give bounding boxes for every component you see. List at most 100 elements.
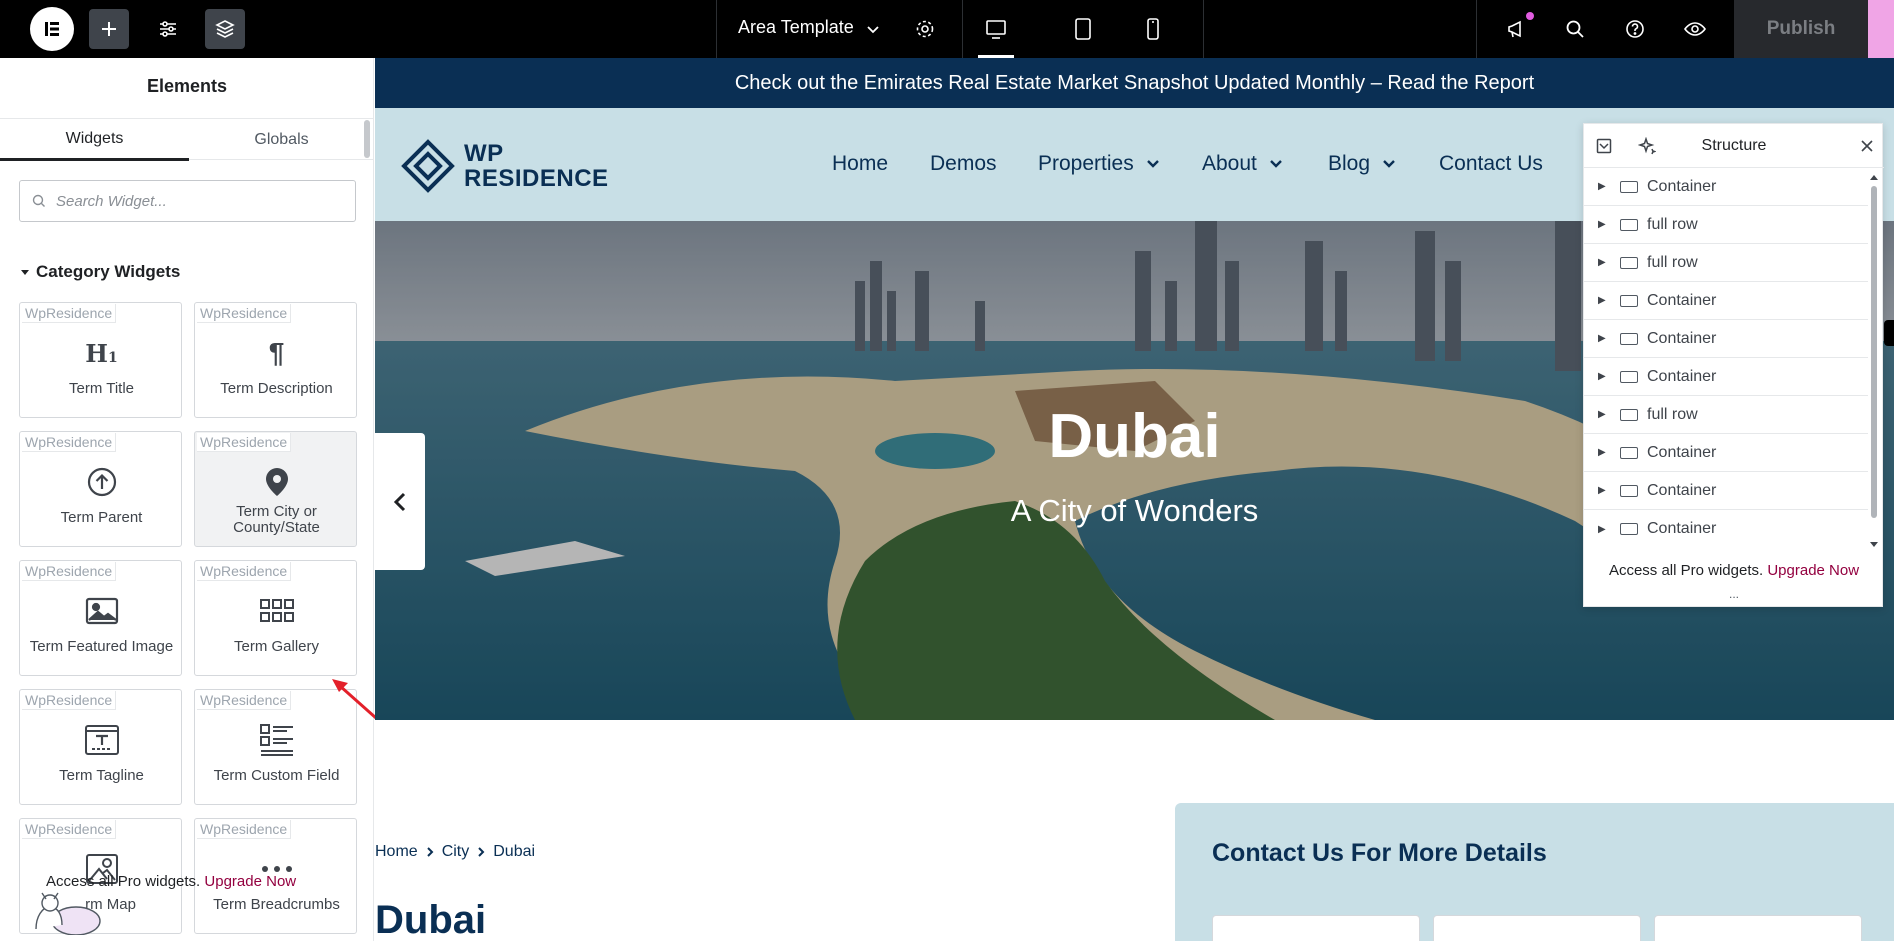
promo-text: Access all Pro widgets. [1608, 562, 1764, 579]
widget-badge: WpResidence [22, 820, 117, 839]
eye-icon [1684, 22, 1706, 36]
add-element-button[interactable] [89, 9, 129, 49]
breadcrumb-city[interactable]: City [442, 843, 470, 861]
structure-row[interactable]: ▶ Container [1584, 472, 1868, 510]
gallery-grid-icon [195, 591, 358, 631]
widget-badge: WpResidence [22, 433, 117, 452]
close-icon[interactable] [1861, 140, 1873, 152]
nav-about[interactable]: About [1202, 152, 1283, 176]
elementor-logo-icon[interactable] [30, 7, 74, 51]
mobile-view-button[interactable] [1133, 9, 1173, 49]
brand-line1: WP [464, 140, 504, 167]
image-icon [20, 591, 183, 631]
paragraph-icon: ¶ [268, 337, 285, 368]
search-widget-input[interactable]: Search Widget... [19, 180, 356, 222]
template-title[interactable]: Area Template [738, 17, 854, 38]
search-icon [32, 194, 45, 207]
structure-row[interactable]: ▶ Container [1584, 434, 1868, 472]
chevron-left-icon [393, 492, 406, 511]
widget-term-parent[interactable]: WpResidence Term Parent [19, 431, 182, 547]
structure-row[interactable]: ▶ full row [1584, 206, 1868, 244]
list-icon [195, 720, 358, 760]
widget-term-featured-image[interactable]: WpResidence Term Featured Image [19, 560, 182, 676]
container-icon [1620, 256, 1638, 269]
structure-row[interactable]: ▶ Container [1584, 282, 1868, 320]
nav-home[interactable]: Home [832, 152, 888, 176]
widget-badge: WpResidence [22, 304, 117, 323]
breadcrumb-home[interactable]: Home [375, 843, 418, 861]
annotation-arrow-icon [332, 679, 377, 720]
container-icon [1620, 408, 1638, 421]
help-button[interactable] [1615, 9, 1655, 49]
site-settings-button[interactable] [148, 9, 188, 49]
structure-row[interactable]: ▶ Container [1584, 168, 1868, 206]
nav-demos[interactable]: Demos [930, 152, 997, 176]
structure-toggle-button[interactable] [205, 9, 245, 49]
panel-title: Elements [146, 76, 228, 96]
widget-label: Term Tagline [59, 767, 144, 784]
structure-row[interactable]: ▶ full row [1584, 396, 1868, 434]
caret-right-icon: ▶ [1598, 447, 1606, 458]
widget-term-gallery[interactable]: WpResidence Term Gallery [194, 560, 357, 676]
contact-field[interactable] [1654, 915, 1862, 941]
nav-properties[interactable]: Properties [1038, 152, 1160, 176]
container-icon [1620, 484, 1638, 497]
caret-right-icon: ▶ [1598, 523, 1606, 535]
widget-term-city[interactable]: WpResidence Term City or County/State [194, 431, 357, 547]
publish-options-button[interactable] [1868, 0, 1894, 58]
announcement-bar[interactable]: Check out the Emirates Real Estate Marke… [375, 58, 1894, 108]
template-menu-toggle[interactable] [853, 9, 893, 49]
structure-scrollbar[interactable] [1869, 172, 1879, 552]
megaphone-icon [1508, 20, 1521, 38]
preview-button[interactable] [1675, 9, 1715, 49]
widget-term-description[interactable]: WpResidence ¶ Term Description [194, 302, 357, 418]
page-settings-button[interactable] [905, 9, 945, 49]
panel-tabs: Widgets Globals [0, 118, 373, 161]
chevron-down-icon [867, 26, 879, 34]
tablet-icon [1075, 18, 1091, 40]
finder-button[interactable] [1555, 9, 1595, 49]
structure-row[interactable]: ▶ Container [1584, 510, 1868, 548]
structure-pro-promo: Access all Pro widgets. Upgrade Now [1584, 562, 1884, 579]
caret-right-icon: ▶ [1598, 333, 1606, 344]
tagline-icon [20, 720, 183, 760]
gear-icon [916, 20, 934, 38]
widget-term-tagline[interactable]: WpResidence Term Tagline [19, 689, 182, 805]
panel-scrollbar[interactable] [364, 120, 370, 158]
structure-row[interactable]: ▶ Container [1584, 358, 1868, 396]
tablet-view-button[interactable] [1063, 9, 1103, 49]
search-placeholder: Search Widget... [56, 192, 167, 210]
nav-contact-us[interactable]: Contact Us [1439, 152, 1543, 176]
widget-label: Term City or County/State [233, 503, 320, 536]
contact-field[interactable] [1433, 915, 1641, 941]
right-edge-handle[interactable] [1884, 320, 1894, 346]
contact-field[interactable] [1212, 915, 1420, 941]
widget-badge: WpResidence [197, 304, 292, 323]
resize-handle[interactable]: ... [1584, 587, 1884, 601]
collapse-panel-toggle[interactable] [375, 433, 425, 570]
container-icon [1620, 446, 1638, 459]
add-icon [102, 22, 116, 36]
publish-button[interactable]: Publish [1734, 0, 1868, 58]
tab-widgets[interactable]: Widgets [0, 119, 189, 161]
site-logo[interactable]: WP RESIDENCE [400, 138, 609, 194]
upgrade-now-link[interactable]: Upgrade Now [1767, 562, 1859, 579]
diamond-logo-icon [401, 139, 455, 193]
desktop-view-button[interactable] [976, 9, 1016, 49]
nav-blog[interactable]: Blog [1328, 152, 1396, 176]
contact-title[interactable]: Contact Us For More Details [1212, 839, 1547, 868]
upgrade-now-link[interactable]: Upgrade Now [204, 873, 296, 890]
page-title[interactable]: Dubai [375, 898, 486, 941]
chevron-right-icon [426, 847, 434, 857]
structure-row[interactable]: ▶ Container [1584, 320, 1868, 358]
structure-panel: Structure ▶ Container ▶ full row ▶ full row… [1583, 123, 1884, 607]
caret-right-icon: ▶ [1598, 485, 1606, 496]
widget-label: Term Title [68, 380, 134, 397]
elements-panel: Elements Widgets Globals Search Widget..… [0, 58, 374, 941]
tab-globals[interactable]: Globals [189, 119, 373, 161]
widget-label: Term Parent [60, 509, 143, 526]
category-widgets-toggle[interactable]: Category Widgets [20, 262, 180, 282]
structure-row[interactable]: ▶ full row [1584, 244, 1868, 282]
widget-term-title[interactable]: WpResidence H1 Term Title [19, 302, 182, 418]
heading-icon: H1 [85, 338, 118, 368]
